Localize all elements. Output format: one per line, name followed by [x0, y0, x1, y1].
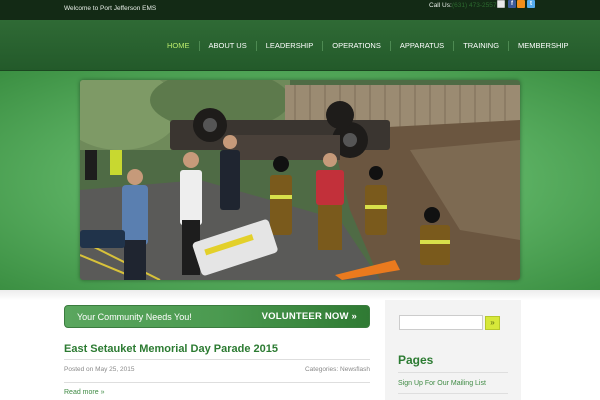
- volunteer-banner[interactable]: Your Community Needs You! VOLUNTEER NOW …: [64, 305, 370, 328]
- emergency-scene-photo: [80, 80, 520, 280]
- post-date: Posted on May 25, 2015: [64, 366, 135, 373]
- hero-photo: [80, 80, 520, 280]
- post-divider: [64, 359, 370, 360]
- search-input[interactable]: [399, 315, 483, 330]
- nav-training[interactable]: TRAINING: [453, 41, 508, 51]
- nav-apparatus[interactable]: APPARATUS: [389, 41, 453, 51]
- read-more-link[interactable]: Read more »: [64, 389, 104, 396]
- facebook-icon[interactable]: f: [508, 0, 516, 8]
- nav-about-us[interactable]: ABOUT US: [198, 41, 256, 51]
- hero-banner: [0, 71, 600, 290]
- main-content: Your Community Needs You! VOLUNTEER NOW …: [0, 290, 600, 400]
- pages-divider: [398, 372, 508, 373]
- top-bar: Welcome to Port Jefferson EMS Call Us: (…: [0, 0, 600, 20]
- volunteer-now-button[interactable]: VOLUNTEER NOW »: [262, 311, 357, 322]
- twitter-icon[interactable]: t: [527, 0, 535, 8]
- post-meta-divider: [64, 382, 370, 383]
- pages-divider-2: [398, 393, 508, 394]
- pages-widget-title: Pages: [398, 353, 434, 367]
- mail-icon[interactable]: [497, 0, 505, 8]
- post-title[interactable]: East Setauket Memorial Day Parade 2015: [64, 343, 278, 355]
- nav-operations[interactable]: OPERATIONS: [322, 41, 390, 51]
- volunteer-tagline: Your Community Needs You!: [77, 312, 192, 322]
- welcome-text: Welcome to Port Jefferson EMS: [64, 5, 157, 12]
- post-categories: Categories: Newsflash: [304, 366, 370, 373]
- page-link-mailing-list[interactable]: Sign Up For Our Mailing List: [398, 380, 486, 387]
- call-us-label: Call Us:: [429, 2, 452, 9]
- nav-leadership[interactable]: LEADERSHIP: [255, 41, 323, 51]
- phone-number[interactable]: (631) 473-2557: [452, 2, 496, 9]
- nav-home[interactable]: HOME: [158, 41, 199, 51]
- rss-icon[interactable]: [517, 0, 525, 8]
- sidebar: » Pages Sign Up For Our Mailing List: [385, 300, 521, 400]
- main-nav: HOME ABOUT US LEADERSHIP OPERATIONS APPA…: [158, 41, 577, 51]
- site-header: HOME ABOUT US LEADERSHIP OPERATIONS APPA…: [0, 20, 600, 71]
- nav-membership[interactable]: MEMBERSHIP: [508, 41, 577, 51]
- search-button[interactable]: »: [485, 316, 500, 330]
